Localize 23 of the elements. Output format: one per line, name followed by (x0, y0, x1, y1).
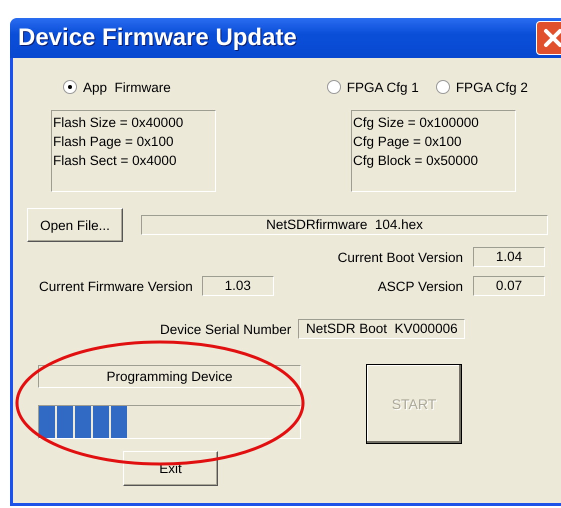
open-file-button[interactable]: Open File... (27, 208, 123, 242)
radio-option[interactable]: App Firmware (63, 80, 171, 94)
file-name-field: NetSDRfirmware 104.hex (141, 215, 548, 235)
field-label: ASCP Version (378, 278, 463, 294)
version-field: 1.03 (202, 276, 274, 296)
close-button[interactable] (536, 21, 561, 55)
window-title: Device Firmware Update (18, 24, 297, 52)
field-label: Current Firmware Version (39, 278, 193, 294)
version-field: 1.04 (473, 247, 545, 267)
info-line: Flash Sect = 0x4000 (53, 152, 178, 170)
info-line: Cfg Size = 0x100000 (353, 114, 480, 132)
radio-option[interactable]: FPGA Cfg 2 (436, 80, 528, 94)
serial-number-field: NetSDR Boot KV000006 (298, 319, 466, 339)
info-line: Flash Size = 0x40000 (53, 114, 184, 132)
info-line: Cfg Block = 0x50000 (353, 152, 479, 170)
status-field: Programming Device (38, 365, 301, 388)
close-icon (542, 27, 561, 49)
info-line: Cfg Page = 0x100 (353, 133, 462, 151)
field-label: Current Boot Version (338, 250, 463, 264)
field-label: Device Serial Number (160, 322, 292, 336)
version-field: 0.07 (473, 276, 545, 296)
info-line: Flash Page = 0x100 (53, 133, 174, 151)
radio-option[interactable]: FPGA Cfg 1 (326, 80, 419, 94)
